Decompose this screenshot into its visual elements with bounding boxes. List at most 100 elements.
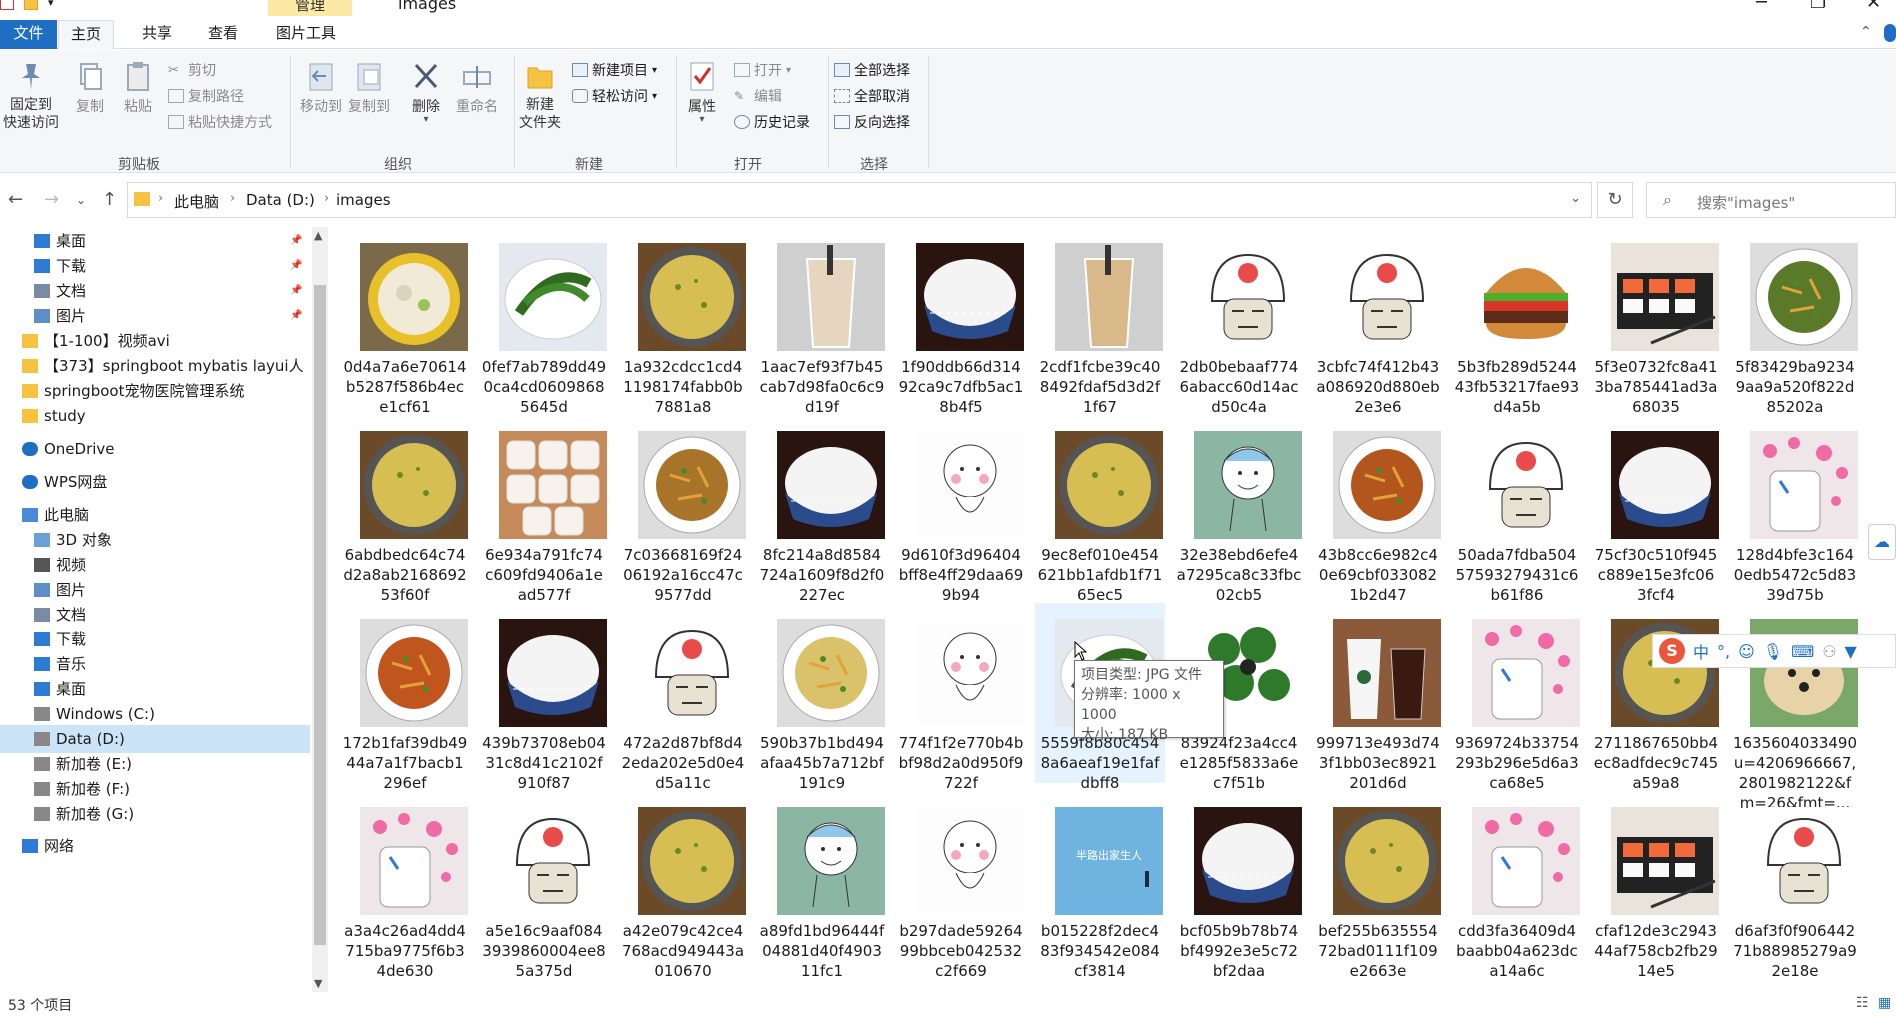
file-item[interactable]: 128d4bfe3c1640edb5472c5d8339d75b <box>1730 415 1860 604</box>
sidebar-item[interactable]: springboot宠物医院管理系统 <box>0 377 310 405</box>
new-folder-button[interactable]: 新建 文件夹 <box>514 60 566 132</box>
new-item-button[interactable]: 新建项目 ▾ <box>572 60 657 80</box>
file-item[interactable]: 7c03668169f2406192a16cc47c9577dd <box>618 415 748 604</box>
up-arrow-icon[interactable]: ↑ <box>102 189 117 210</box>
folder-icon[interactable] <box>24 0 38 10</box>
back-arrow-icon[interactable]: ← <box>8 189 23 210</box>
file-item[interactable]: 5f3e0732fc8a413ba785441ad3a68035 <box>1591 227 1721 416</box>
invert-selection-button[interactable]: 反向选择 <box>834 112 910 132</box>
sidebar-item[interactable]: 此电脑 <box>0 501 310 529</box>
file-item[interactable]: a42e079c42ce4768acd949443a010670 <box>618 791 748 980</box>
sidebar-item[interactable]: 3D 对象 <box>0 526 310 554</box>
recent-locations-chevron-icon[interactable]: ⌄ <box>76 193 86 207</box>
sidebar-item[interactable]: 下载 📌 <box>0 252 310 280</box>
file-item[interactable]: bef255b63555472bad0111f109e2663e <box>1313 791 1443 980</box>
copy-path-button[interactable]: 复制路径 <box>168 86 244 106</box>
help-icon[interactable] <box>1884 24 1896 42</box>
chevron-down-icon[interactable]: ▾ <box>48 0 62 10</box>
sidebar-item[interactable]: 桌面 📌 <box>0 227 310 255</box>
sidebar-item[interactable]: study <box>0 402 310 430</box>
breadcrumb-this-pc[interactable]: 此电脑 <box>174 191 219 212</box>
file-item[interactable]: d6af3f0f90644271b88985279a92e18e <box>1730 791 1860 980</box>
file-item[interactable]: a3a4c26ad4dd4715ba9775f6b34de630 <box>340 791 470 980</box>
sidebar-item[interactable]: 图片 <box>0 576 310 604</box>
select-none-button[interactable]: 全部取消 <box>834 86 910 106</box>
skin-icon[interactable]: ▼ <box>1845 642 1857 661</box>
edit-button[interactable]: ✎ 编辑 <box>734 86 782 106</box>
large-icons-view-icon[interactable]: ▦ <box>1878 995 1891 1011</box>
file-item[interactable]: 172b1faf39db4944a7a1f7bacb1296ef <box>340 603 470 792</box>
file-item[interactable]: 半路出家生人 b015228f2dec483f934542e084cf3814 <box>1035 791 1165 980</box>
file-item[interactable]: 1a932cdcc1cd41198174fabb0b7881a8 <box>618 227 748 416</box>
sidebar-item[interactable]: 视频 <box>0 551 310 579</box>
file-item[interactable]: 5f83429ba92349aa9a520f822d85202a <box>1730 227 1860 416</box>
chevron-right-icon[interactable]: › <box>230 191 235 206</box>
microphone-icon[interactable]: 🎙 <box>1763 642 1783 661</box>
chevron-right-icon[interactable]: › <box>158 191 163 206</box>
delete-button[interactable]: 删除 ▾ <box>406 60 446 125</box>
file-item[interactable]: 439b73708eb0431c8d41c2102f910f87 <box>479 603 609 792</box>
file-item[interactable]: b297dade5926499bbceb042532c2f669 <box>896 791 1026 980</box>
file-item[interactable]: 5b3fb289d524443fb53217fae93d4a5b <box>1452 227 1582 416</box>
file-item[interactable]: 9d610f3d96404bff8e4ff29daa699b94 <box>896 415 1026 604</box>
file-item[interactable]: 472a2d87bf8d42eda202e5d0e4d5a11c <box>618 603 748 792</box>
file-item[interactable]: 774f1f2e770b4bbf98d2a0d950f9722f <box>896 603 1026 792</box>
sidebar-item[interactable]: 新加卷 (G:) <box>0 800 310 828</box>
sidebar-scrollbar[interactable]: ▲ ▼ <box>312 227 328 992</box>
address-bar[interactable]: › 此电脑 › Data (D:) › images ⌄ <box>127 182 1592 218</box>
forward-arrow-icon[interactable]: → <box>44 189 59 210</box>
sidebar-item[interactable]: 音乐 <box>0 650 310 678</box>
user-icon[interactable]: ⚇ <box>1822 642 1836 661</box>
tab-home[interactable]: 主页 <box>58 20 115 49</box>
rename-button[interactable]: 重命名 <box>452 60 502 116</box>
paste-button[interactable]: 粘贴 <box>118 60 158 116</box>
file-item[interactable]: 6abdbedc64c74d2a8ab216869253f60f <box>340 415 470 604</box>
easy-access-button[interactable]: 轻松访问 ▾ <box>572 86 657 106</box>
file-item[interactable]: a89fd1bd96444f04881d40f490311fc1 <box>757 791 887 980</box>
chevron-down-icon[interactable]: ⌄ <box>1570 191 1581 206</box>
file-item[interactable]: 9ec8ef010e454621bb1afdb1f7165ec5 <box>1035 415 1165 604</box>
sidebar-item[interactable]: OneDrive <box>0 435 310 463</box>
punctuation-icon[interactable]: °, <box>1717 642 1730 661</box>
history-button[interactable]: 历史记录 <box>734 112 810 132</box>
file-item[interactable]: 50ada7fdba50457593279431c6b61f86 <box>1452 415 1582 604</box>
sidebar-item[interactable]: 下载 <box>0 625 310 653</box>
file-item[interactable]: bcf05b9b78b74bf4992e3e5c72bf2daa <box>1174 791 1304 980</box>
open-button[interactable]: 打开 ▾ <box>734 60 791 80</box>
copy-to-button[interactable]: 复制到 <box>346 60 392 116</box>
file-item[interactable]: 2db0bebaaf7746abacc60d14acd50c4a <box>1174 227 1304 416</box>
select-all-button[interactable]: 全部选择 <box>834 60 910 80</box>
manage-context-tab[interactable]: 管理 <box>268 0 352 16</box>
sidebar-item[interactable]: 桌面 <box>0 675 310 703</box>
file-item[interactable]: 999713e493d743f1bb03ec8921201d6d <box>1313 603 1443 792</box>
scroll-down-icon[interactable]: ▼ <box>314 977 322 990</box>
breadcrumb-images[interactable]: images <box>336 191 391 209</box>
file-item[interactable]: 9369724b33754293b296e5d6a3ca68e5 <box>1452 603 1582 792</box>
file-item[interactable]: 43b8cc6e982c40e69cbf0330821b2d47 <box>1313 415 1443 604</box>
file-item[interactable]: 6e934a791fc74c609fd9406a1ead577f <box>479 415 609 604</box>
move-to-button[interactable]: 移动到 <box>298 60 344 116</box>
file-item[interactable]: 2cdf1fcbe39c408492fdaf5d3d2f1f67 <box>1035 227 1165 416</box>
sidebar-item[interactable]: 【1-100】视频avi <box>0 327 310 355</box>
pin-to-quick-access-button[interactable]: 固定到 快速访问 <box>2 60 60 132</box>
search-input[interactable]: ⌕ 搜索"images" <box>1646 182 1896 218</box>
tab-view[interactable]: 查看 <box>196 20 250 49</box>
sidebar-item[interactable]: 新加卷 (F:) <box>0 775 310 803</box>
file-item[interactable]: 1f90ddb66d31492ca9c7dfb5ac18b4f5 <box>896 227 1026 416</box>
scrollbar-thumb[interactable] <box>314 285 326 945</box>
cloud-sync-icon[interactable]: ☁ <box>1868 524 1896 560</box>
minimize-icon[interactable]: ─ <box>1756 0 1767 13</box>
collapse-ribbon-icon[interactable]: ⌃ <box>1860 24 1872 40</box>
tab-share[interactable]: 共享 <box>130 20 184 49</box>
scroll-up-icon[interactable]: ▲ <box>314 229 322 242</box>
file-item[interactable]: 0fef7ab789dd490ca4cd06098685645d <box>479 227 609 416</box>
close-icon[interactable]: ✕ <box>1866 0 1881 13</box>
chevron-right-icon[interactable]: › <box>324 191 329 206</box>
paste-shortcut-button[interactable]: 粘贴快捷方式 <box>168 112 272 132</box>
file-item[interactable]: 3cbfc74f412b43a086920d880eb2e3e6 <box>1313 227 1443 416</box>
tab-picture-tools[interactable]: 图片工具 <box>264 20 348 49</box>
properties-button[interactable]: 属性 ▾ <box>682 60 722 125</box>
sidebar-item[interactable]: Windows (C:) <box>0 700 310 728</box>
sidebar-item[interactable]: 【373】springboot mybatis layui人 <box>0 352 310 380</box>
file-item[interactable]: cdd3fa36409d4baabb04a623dca14a6c <box>1452 791 1582 980</box>
